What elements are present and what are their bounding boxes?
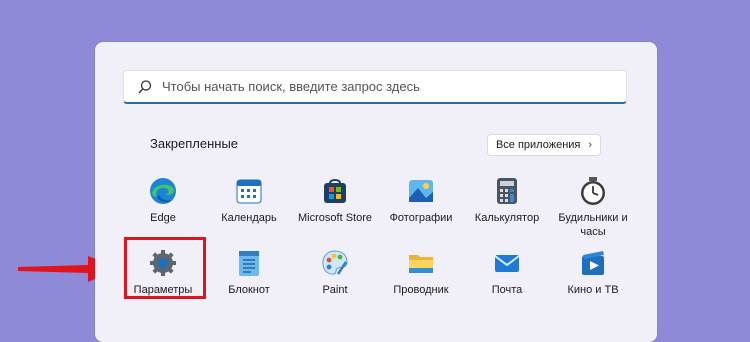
highlight-box xyxy=(124,237,206,299)
app-notepad[interactable]: Блокнот xyxy=(206,248,292,297)
calculator-icon xyxy=(497,178,517,204)
search-icon xyxy=(136,78,154,96)
paint-icon xyxy=(322,250,348,275)
app-label: Почта xyxy=(491,284,523,296)
app-paint[interactable]: Paint xyxy=(292,248,378,297)
calendar-icon xyxy=(236,179,262,204)
app-label: Microsoft Store xyxy=(298,212,372,224)
app-mail[interactable]: Почта xyxy=(464,248,550,297)
edge-icon xyxy=(150,178,176,204)
app-label: Кино и ТВ xyxy=(567,284,619,296)
app-calculator[interactable]: Калькулятор xyxy=(464,176,550,225)
pinned-section-title: Закрепленные xyxy=(150,136,239,151)
all-apps-label: Все приложения xyxy=(495,139,581,151)
app-file-explorer[interactable]: Проводник xyxy=(378,248,464,297)
app-label: Блокнот xyxy=(228,284,270,296)
folder-icon xyxy=(409,255,433,273)
app-label: Калькулятор xyxy=(474,212,540,224)
all-apps-button[interactable]: Все приложения › xyxy=(487,134,601,156)
search-placeholder: Чтобы начать поиск, введите запрос здесь xyxy=(162,79,420,94)
app-alarms-clock[interactable]: Будильники и часы xyxy=(550,176,636,239)
app-photos[interactable]: Фотографии xyxy=(378,176,464,225)
app-label: Календарь xyxy=(221,212,277,224)
app-movies-tv[interactable]: Кино и ТВ xyxy=(550,248,636,297)
app-label: Фотографии xyxy=(389,212,453,224)
store-icon xyxy=(324,179,346,203)
app-label: Будильники и часы xyxy=(558,212,628,238)
app-label: Edge xyxy=(150,212,176,224)
search-box[interactable]: Чтобы начать поиск, введите запрос здесь xyxy=(123,70,627,104)
app-label: Paint xyxy=(322,284,348,296)
mail-icon xyxy=(494,255,520,272)
app-label: Проводник xyxy=(393,284,449,296)
app-calendar[interactable]: Календарь xyxy=(206,176,292,225)
notepad-icon xyxy=(239,251,259,276)
app-microsoft-store[interactable]: Microsoft Store xyxy=(292,176,378,225)
movies-icon xyxy=(582,251,604,275)
chevron-right-icon: › xyxy=(588,139,593,151)
app-edge[interactable]: Edge xyxy=(120,176,206,225)
clock-icon xyxy=(581,177,605,205)
photos-icon xyxy=(409,180,433,202)
